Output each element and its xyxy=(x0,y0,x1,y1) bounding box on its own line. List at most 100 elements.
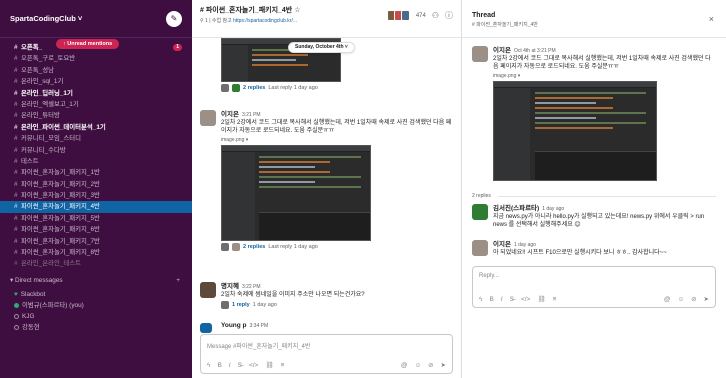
italic-icon[interactable]: I xyxy=(501,296,503,303)
workspace-name[interactable]: SpartaCodingClub ˅ xyxy=(10,14,166,23)
code-icon[interactable]: </> xyxy=(521,296,530,303)
sidebar-item-channel[interactable]: # 파이썬_혼자놀기_패키지_7반 xyxy=(0,236,192,247)
image-filename[interactable]: image.png ▾ xyxy=(493,73,716,79)
message-author[interactable]: Young p xyxy=(221,322,247,329)
sidebar-item-channel[interactable]: # 파이썬_혼자놀기_패키지_1반 xyxy=(0,167,192,178)
avatar[interactable] xyxy=(472,204,488,220)
link-icon[interactable]: ⛓ xyxy=(537,295,545,303)
image-attachment[interactable] xyxy=(221,145,371,241)
sidebar-item-channel[interactable]: # 온라인_온라인_테스트 xyxy=(0,258,192,269)
thread-replies[interactable]: 1 reply 1 day ago xyxy=(221,301,454,309)
avatar[interactable] xyxy=(472,240,488,256)
thread-pane: Thread # 파이썬_혼자놀기_패키지_4반 × 이지은 Oct 4th at… xyxy=(462,0,726,378)
message[interactable]: 이지은 3:21 PM 2일차 2강에서 코드 그대로 복사해서 실행했는데, 저… xyxy=(192,108,461,278)
attach-icon[interactable]: ⊘ xyxy=(428,361,433,369)
thread-channel[interactable]: # 파이썬_혼자놀기_패키지_4반 xyxy=(472,21,716,28)
sidebar-item-channel[interactable]: # 파이썬_혼자놀기_패키지_8반 xyxy=(0,247,192,258)
sidebar-item-channel[interactable]: # 오픈톡_구로_토요반 xyxy=(0,53,192,64)
sidebar-item-channel[interactable]: # 커뮤니티_모임_스터디 xyxy=(0,133,192,144)
avatar xyxy=(232,84,240,92)
avatar[interactable] xyxy=(200,110,216,126)
sidebar-item-channel[interactable]: # 파이썬_혼자놀기_패키지_3반 xyxy=(0,190,192,201)
mention-icon[interactable]: @ xyxy=(401,362,408,369)
member-count[interactable]: 474 xyxy=(416,13,426,19)
member-avatars[interactable] xyxy=(386,10,410,21)
topic-link[interactable]: https://spartacodingclub.kr/... xyxy=(233,18,297,24)
list-icon[interactable]: ≡ xyxy=(281,362,285,369)
thread-replies[interactable]: 2 replies Last reply 1 day ago xyxy=(221,84,454,92)
message-timestamp[interactable]: 3:22 PM xyxy=(242,284,261,290)
image-filename[interactable]: image.png ▾ xyxy=(221,137,454,143)
sidebar-item-channel[interactable]: # 파이썬_혼자놀기_패키지_6반 xyxy=(0,224,192,235)
code-icon[interactable]: </> xyxy=(249,362,258,369)
lightning-icon[interactable]: ϟ xyxy=(207,362,210,369)
message-author[interactable]: 이지은 xyxy=(221,111,239,118)
sidebar-item-channel[interactable]: # 온라인_엑셀보고_1기 xyxy=(0,99,192,110)
message-author[interactable]: 이지은 xyxy=(493,47,511,54)
emoji-icon[interactable]: ☺ xyxy=(414,362,421,369)
sidebar-item-channel[interactable]: # 온라인_파이썬_데이터분석_1기 xyxy=(0,122,192,133)
reply-composer[interactable]: Reply... ϟ B I S̶ </> ⛓ ≡ @ ☺ ⊘ ➤ xyxy=(472,266,716,308)
add-dm-icon[interactable]: + xyxy=(176,273,180,289)
bold-icon[interactable]: B xyxy=(489,296,493,303)
direct-messages-header[interactable]: ▾ Direct messages + xyxy=(0,273,192,289)
add-member-icon[interactable]: ⚇ xyxy=(432,11,439,20)
thread-title: Thread xyxy=(472,12,496,19)
avatar xyxy=(221,301,229,309)
message-timestamp[interactable]: 3:34 PM xyxy=(250,323,269,329)
strikethrough-icon[interactable]: S̶ xyxy=(510,296,514,303)
message-input[interactable]: Message #파이썬_혼자놀기_패키지_4반 xyxy=(207,341,310,350)
avatar[interactable] xyxy=(200,323,212,333)
emoji-icon[interactable]: ☺ xyxy=(677,296,684,303)
dm-item[interactable]: 이범규(스파르타) (you) xyxy=(0,300,192,311)
mention-icon[interactable]: @ xyxy=(664,296,671,303)
sidebar-item-channel[interactable]: # 커뮤니티_수다방 xyxy=(0,145,192,156)
message-author[interactable]: 이지은 xyxy=(493,241,511,248)
attach-icon[interactable]: ⊘ xyxy=(691,295,696,303)
sidebar-item-channel[interactable]: # 온라인_sql_1기 xyxy=(0,76,192,87)
image-attachment[interactable] xyxy=(493,81,657,181)
workspace-header[interactable]: SpartaCodingClub ˅ ✎ xyxy=(0,0,192,38)
compose-icon[interactable]: ✎ xyxy=(166,10,182,27)
dm-item[interactable]: 강동현 xyxy=(0,322,192,333)
thread-replies[interactable]: 2 replies Last reply 1 day ago xyxy=(221,243,454,251)
reply-count: 2 replies xyxy=(472,193,491,199)
thread-reply[interactable]: 이지은 1 day ago 아 되었네요!! 시프트 F10으로만 실행시키다 보… xyxy=(462,238,726,260)
message-composer[interactable]: Message #파이썬_혼자놀기_패키지_4반 ϟ B I S̶ </> ⛓ … xyxy=(200,334,453,374)
link-icon[interactable]: ⛓ xyxy=(265,361,273,369)
avatar[interactable] xyxy=(200,282,216,298)
message[interactable]: Young p 3:34 PM xyxy=(192,322,461,334)
sidebar-item-channel[interactable]: # 온라인_딥러닝_1기 xyxy=(0,88,192,99)
send-icon[interactable]: ➤ xyxy=(441,361,446,369)
dm-item[interactable]: KJG xyxy=(0,311,192,322)
message-author[interactable]: 김서진(스파르타) xyxy=(493,205,539,212)
send-icon[interactable]: ➤ xyxy=(704,295,709,303)
thread-parent-message[interactable]: 이지은 Oct 4th at 3:21 PM 2일차 2강에서 코드 그대로 복사… xyxy=(462,44,726,189)
message-timestamp[interactable]: Oct 4th at 3:21 PM xyxy=(514,48,556,54)
sidebar-item-channel[interactable]: # 테스트 xyxy=(0,156,192,167)
message[interactable]: 명지혜 3:22 PM 2일차 숙제에 썸네일을 이미지 주소만 나오면 되는건가… xyxy=(192,280,461,320)
italic-icon[interactable]: I xyxy=(229,362,231,369)
message-timestamp[interactable]: 1 day ago xyxy=(542,206,564,212)
sidebar-item-channel-active[interactable]: # 파이썬_혼자놀기_패키지_4반 xyxy=(0,201,192,213)
info-icon[interactable]: ⓘ xyxy=(445,10,453,21)
sidebar-item-channel[interactable]: # 파이썬_혼자놀기_패키지_5반 xyxy=(0,213,192,224)
unread-mentions-button[interactable]: ↑ Unread mentions xyxy=(56,39,120,49)
list-icon[interactable]: ≡ xyxy=(553,296,557,303)
message-timestamp[interactable]: 1 day ago xyxy=(514,242,536,248)
lightning-icon[interactable]: ϟ xyxy=(479,296,482,303)
date-divider[interactable]: Sunday, October 4th ˅ xyxy=(288,42,355,53)
sidebar-item-channel[interactable]: # 온라인_튜터방 xyxy=(0,110,192,121)
message-text: 2일차 2강에서 코드 그대로 복사해서 실행했는데, 저번 1일차때 속제로 … xyxy=(493,56,711,70)
dm-item[interactable]: ♥ Slackbot xyxy=(0,289,192,300)
message-author[interactable]: 명지혜 xyxy=(221,283,239,290)
sidebar-item-channel[interactable]: # 파이썬_혼자놀기_패키지_2반 xyxy=(0,179,192,190)
avatar[interactable] xyxy=(472,46,488,62)
reply-input[interactable]: Reply... xyxy=(479,273,499,279)
sidebar-item-channel[interactable]: # 오픈톡_성남 xyxy=(0,65,192,76)
message-timestamp[interactable]: 3:21 PM xyxy=(242,112,261,118)
bold-icon[interactable]: B xyxy=(217,362,221,369)
thread-reply[interactable]: 김서진(스파르타) 1 day ago 지금 news.py가 아니라 hello… xyxy=(462,202,726,236)
close-icon[interactable]: × xyxy=(709,14,714,24)
strikethrough-icon[interactable]: S̶ xyxy=(238,362,242,369)
